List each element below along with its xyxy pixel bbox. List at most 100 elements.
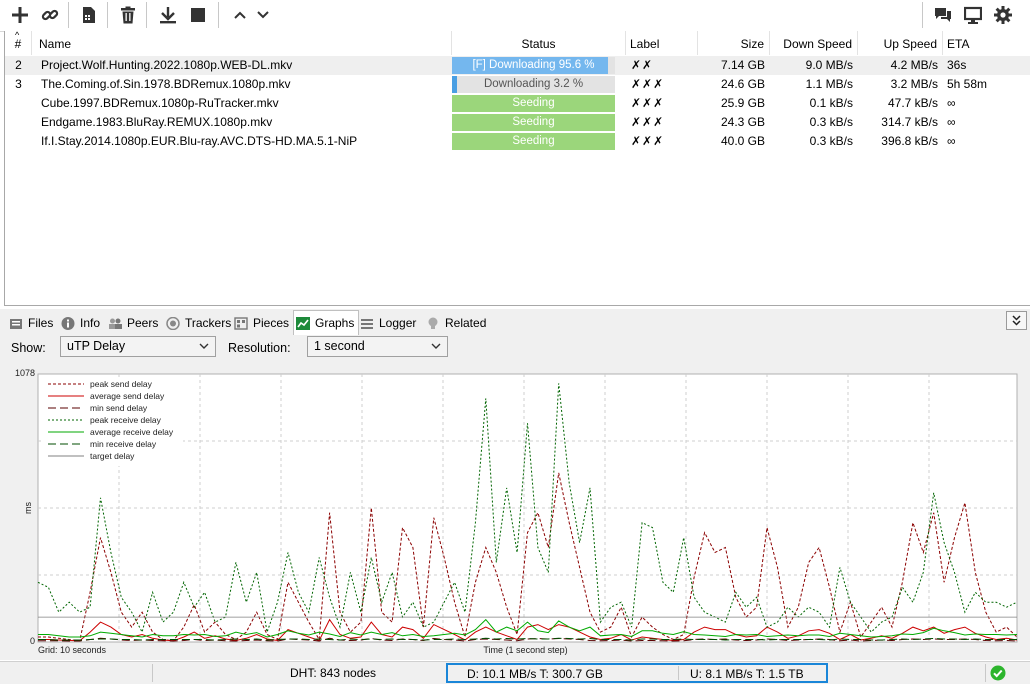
tab-label: Graphs <box>315 316 355 330</box>
torrent-num <box>5 94 32 113</box>
tab-label: Related <box>445 316 487 330</box>
sort-indicator-icon: ^ <box>15 30 20 40</box>
torrent-eta: ∞ <box>947 96 956 110</box>
create-torrent-icon[interactable] <box>77 4 101 26</box>
column-header-up-speed[interactable]: Up Speed <box>858 31 943 55</box>
torrent-eta: 36s <box>947 58 967 72</box>
tab-graphs[interactable]: Graphs <box>293 310 360 335</box>
tab-related[interactable]: Related <box>426 312 486 334</box>
torrent-num <box>5 113 32 132</box>
add-url-icon[interactable] <box>38 4 62 26</box>
legend-label: average send delay <box>90 391 165 401</box>
status-ok-icon[interactable] <box>990 665 1006 684</box>
torrent-eta: ∞ <box>947 115 956 129</box>
tab-label: Peers <box>127 316 159 330</box>
y-axis-label: ms <box>23 502 33 514</box>
torrent-size: 24.6 GB <box>720 77 765 91</box>
column-header-number[interactable]: ^ # <box>5 30 32 55</box>
torrent-down: 0.3 kB/s <box>809 134 853 148</box>
torrent-up: 314.7 kB/s <box>881 115 938 129</box>
torrent-label: ✗✗✗ <box>631 134 665 148</box>
torrent-label: ✗✗ <box>631 58 654 72</box>
tab-pieces[interactable]: Pieces <box>234 312 289 334</box>
show-select[interactable]: uTP Delay <box>60 336 216 357</box>
legend-label: average receive delay <box>90 427 174 437</box>
chat-icon[interactable] <box>931 4 955 26</box>
torrent-label: ✗✗✗ <box>631 115 665 129</box>
info-icon <box>61 316 75 330</box>
tab-label: Logger <box>379 316 417 330</box>
trackers-icon <box>166 316 180 330</box>
remove-icon[interactable] <box>116 4 140 26</box>
dht-status: DHT: 843 nodes <box>290 666 377 680</box>
torrent-up: 3.2 MB/s <box>890 77 938 91</box>
torrent-row[interactable]: Cube.1997.BDRemux.1080p-RuTracker.mkv ✗✗✗… <box>5 94 1030 113</box>
torrent-down: 0.3 kB/s <box>809 115 853 129</box>
show-label: Show: <box>11 341 46 355</box>
related-icon <box>428 317 438 329</box>
add-torrent-icon[interactable] <box>8 4 32 26</box>
torrent-name: If.I.Stay.2014.1080p.EUR.Blu-ray.AVC.DTS… <box>41 134 358 148</box>
torrent-row[interactable]: 2 Project.Wolf.Hunting.2022.1080p.WEB-DL.… <box>5 56 1030 75</box>
download-status: D: 10.1 MB/s T: 300.7 GB <box>467 667 603 681</box>
torrent-list: ^ # Name Status Label Size Down Speed Up… <box>4 30 1030 306</box>
settings-icon[interactable] <box>991 4 1015 26</box>
column-header-eta[interactable]: ETA <box>943 31 1030 55</box>
detail-tabs: Files Info Peers Trackers Pieces Graphs Logger… <box>0 309 1030 335</box>
column-header-down-speed[interactable]: Down Speed <box>770 31 858 55</box>
torrent-num: 3 <box>15 77 22 91</box>
progress-text: [F] Downloading 95.6 % <box>472 59 595 71</box>
tab-label: Info <box>80 316 101 330</box>
torrent-label: ✗✗✗ <box>631 96 665 110</box>
tab-logger[interactable]: Logger <box>360 312 416 334</box>
utp-delay-chart: 1078 0 ms Time (1 second step) Grid: 10 seco… <box>15 368 1018 655</box>
column-header-status[interactable]: Status <box>452 31 626 55</box>
torrent-size: 7.14 GB <box>720 58 765 72</box>
column-header-size[interactable]: Size <box>698 31 770 55</box>
progress-text: Seeding <box>512 135 555 147</box>
torrent-num: 2 <box>15 58 22 72</box>
tab-label: Files <box>28 316 54 330</box>
torrent-size: 25.9 GB <box>720 96 765 110</box>
graph-panel: 1078 0 ms Time (1 second step) Grid: 10 seco… <box>0 361 1030 660</box>
tab-info[interactable]: Info <box>61 312 100 334</box>
torrent-name: The.Coming.of.Sin.1978.BDRemux.1080p.mkv <box>41 77 291 91</box>
torrent-up: 396.8 kB/s <box>881 134 938 148</box>
remote-icon[interactable] <box>961 4 985 26</box>
torrent-row[interactable]: 3 The.Coming.of.Sin.1978.BDRemux.1080p.mk… <box>5 75 1030 94</box>
torrent-row[interactable]: Endgame.1983.BluRay.REMUX.1080p.mkv ✗✗✗ 24… <box>5 113 1030 132</box>
collapse-panel-button[interactable] <box>1006 311 1027 330</box>
resolution-select[interactable]: 1 second <box>307 336 448 357</box>
torrent-num <box>5 132 32 151</box>
chevron-down-icon <box>431 343 441 349</box>
pieces-icon <box>234 316 248 330</box>
torrent-up: 47.7 kB/s <box>887 96 938 110</box>
start-download-icon[interactable] <box>156 4 180 26</box>
stop-icon[interactable] <box>186 4 210 26</box>
torrent-size: 24.3 GB <box>720 115 765 129</box>
column-header-label[interactable]: Label <box>626 31 698 55</box>
torrent-size: 40.0 GB <box>720 134 765 148</box>
move-up-icon[interactable] <box>228 4 252 26</box>
logger-icon <box>361 318 373 329</box>
graph-controls: Show: uTP Delay Resolution: 1 second <box>0 335 1030 361</box>
tab-files[interactable]: Files <box>9 312 53 334</box>
tab-trackers[interactable]: Trackers <box>166 312 231 334</box>
progress-bar: Seeding <box>452 133 615 150</box>
peers-icon <box>109 318 122 329</box>
tab-peers[interactable]: Peers <box>108 312 158 334</box>
files-icon <box>10 318 22 329</box>
progress-text: Seeding <box>512 97 555 109</box>
torrent-name: Endgame.1983.BluRay.REMUX.1080p.mkv <box>41 115 273 129</box>
torrent-row[interactable]: If.I.Stay.2014.1080p.EUR.Blu-ray.AVC.DTS… <box>5 132 1030 151</box>
tab-label: Trackers <box>185 316 232 330</box>
column-header-name[interactable]: Name <box>32 31 452 55</box>
torrent-down: 9.0 MB/s <box>805 58 853 72</box>
transfer-highlight-box: D: 10.1 MB/s T: 300.7 GB U: 8.1 MB/s T: … <box>446 663 828 683</box>
progress-text: Seeding <box>512 116 555 128</box>
graphs-icon <box>296 316 310 330</box>
progress-fill <box>452 76 458 93</box>
move-down-icon[interactable] <box>251 4 275 26</box>
legend-label: target delay <box>90 451 135 461</box>
torrent-down: 1.1 MB/s <box>805 77 853 91</box>
